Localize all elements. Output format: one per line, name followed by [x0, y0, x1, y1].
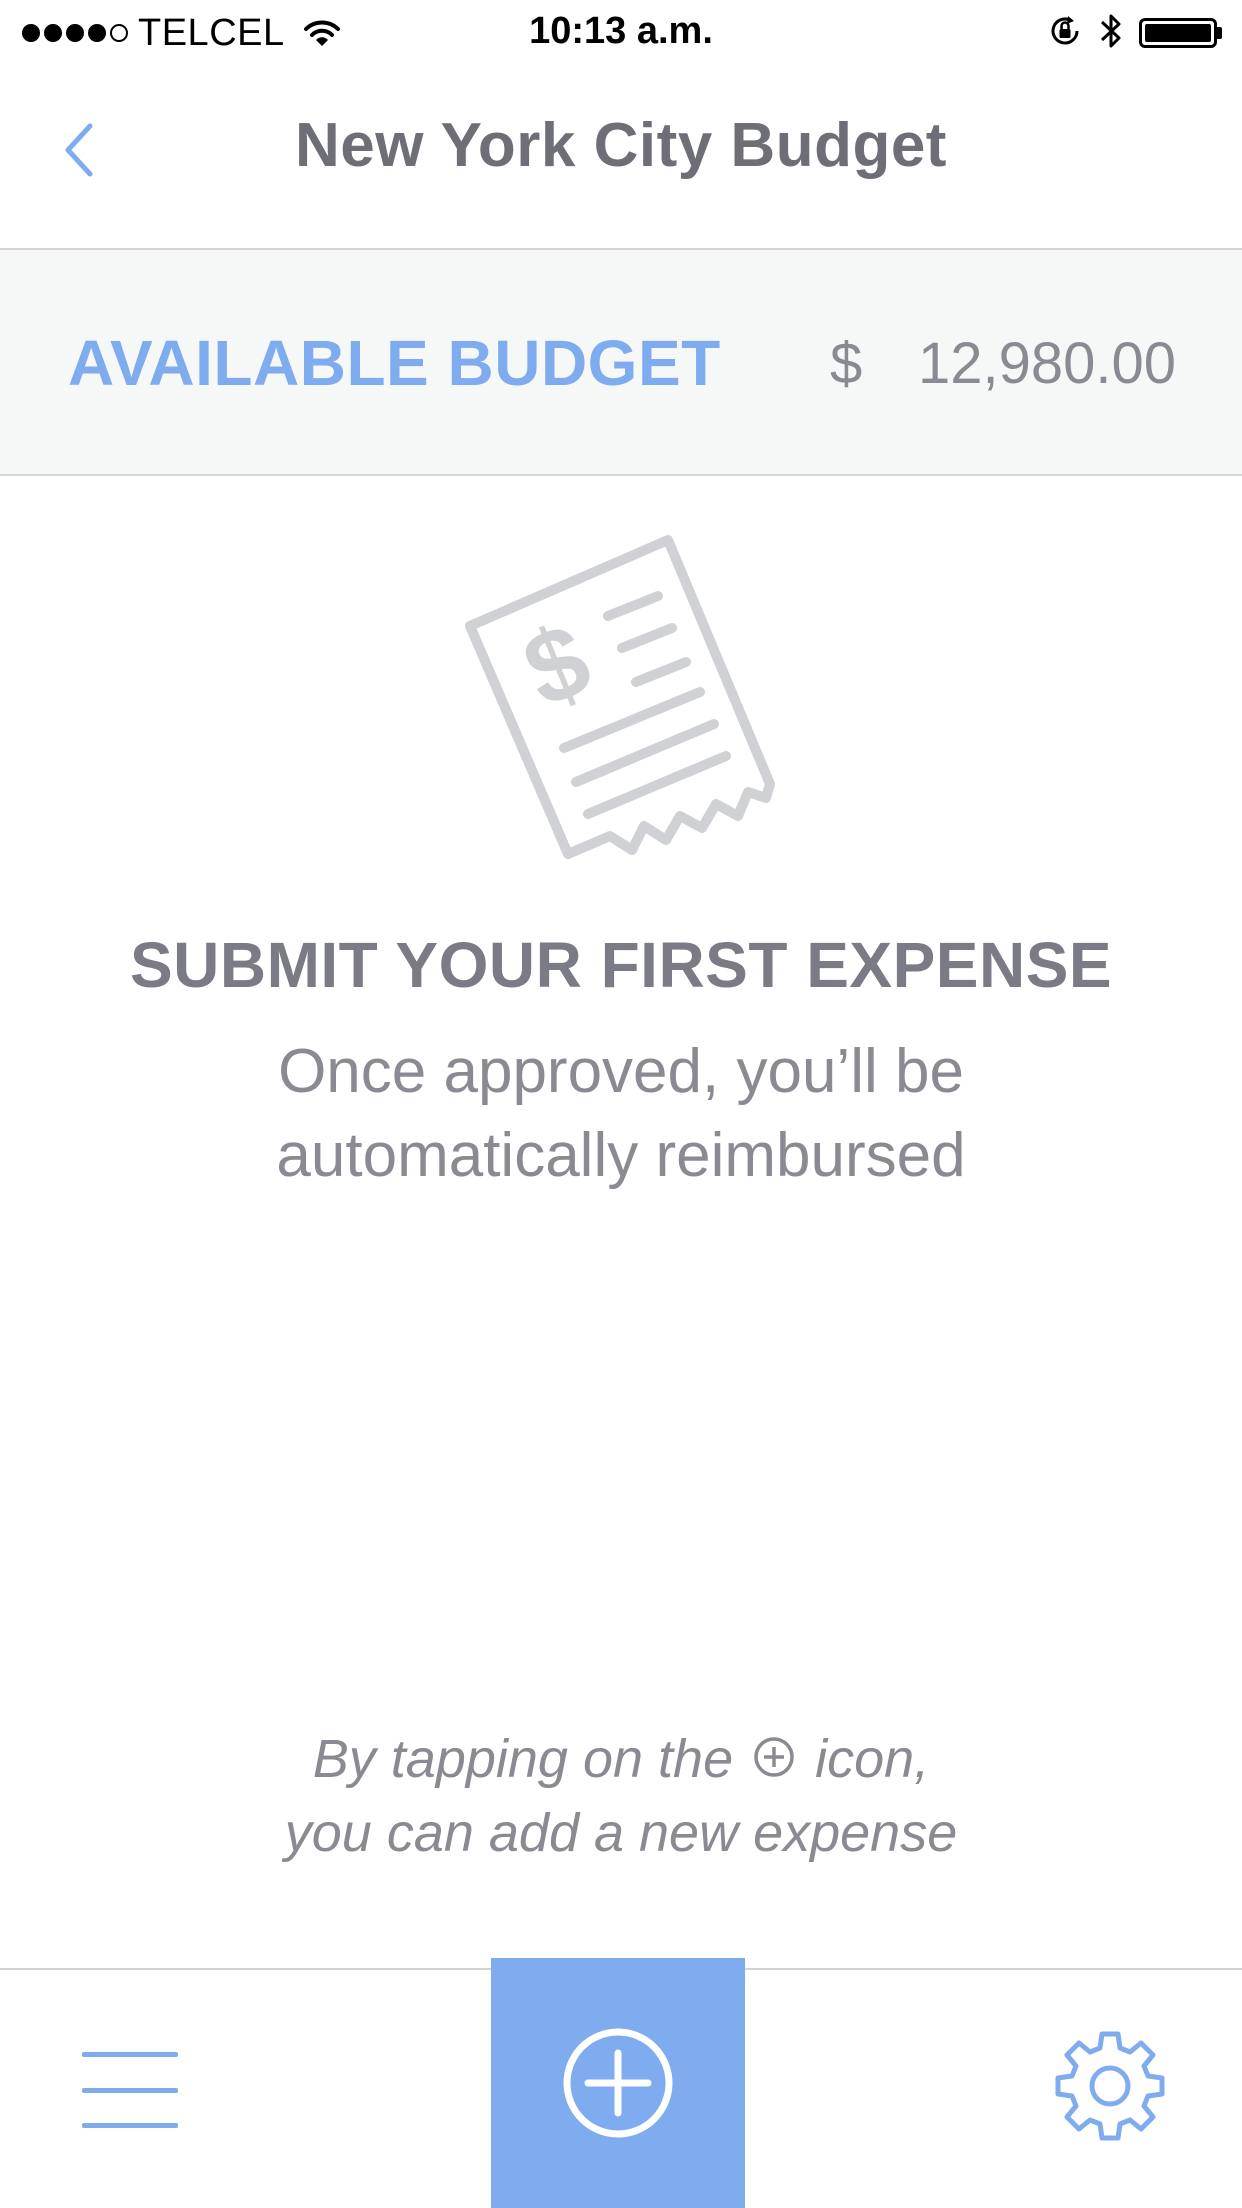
navigation-bar: New York City Budget	[0, 66, 1242, 250]
status-bar-right	[1047, 8, 1222, 58]
budget-amount: 12,980.00	[917, 331, 1176, 396]
settings-button[interactable]	[1050, 2026, 1170, 2146]
hint-line-1-before: By tapping on the	[312, 1729, 734, 1789]
bluetooth-icon	[1099, 11, 1123, 56]
page-title: New York City Budget	[295, 111, 947, 180]
add-expense-button[interactable]	[491, 1958, 745, 2208]
gear-icon	[1055, 2031, 1165, 2141]
add-circle-icon	[563, 2028, 673, 2138]
hint-line-1-after: icon,	[815, 1729, 930, 1789]
hint-line-2: you can add a new expense	[284, 1803, 958, 1863]
empty-state-subtitle: Once approved, you’ll be automatically r…	[0, 1030, 1242, 1198]
empty-state-subtitle-line-1: Once approved, you’ll be	[278, 1037, 964, 1106]
inline-add-circle-icon	[752, 1735, 796, 1779]
receipt-icon: $	[460, 530, 790, 895]
battery-icon	[1139, 18, 1222, 48]
empty-state-subtitle-line-2: automatically reimbursed	[276, 1121, 966, 1190]
add-expense-hint: By tapping on the icon, you can add a ne…	[0, 1722, 1242, 1870]
empty-state-title: SUBMIT YOUR FIRST EXPENSE	[129, 929, 1113, 1001]
available-budget-bar: AVAILABLE BUDGET $ 12,980.00	[0, 250, 1242, 476]
available-budget-label: AVAILABLE BUDGET	[68, 327, 721, 399]
hamburger-menu-icon[interactable]	[82, 2052, 178, 2128]
orientation-lock-icon	[1047, 13, 1083, 54]
hint-line-1: By tapping on the icon,	[0, 1722, 1242, 1796]
status-bar: TELCEL 10:13 a.m.	[0, 0, 1242, 66]
budget-currency-symbol: $	[830, 331, 863, 396]
svg-text:$: $	[509, 601, 606, 730]
